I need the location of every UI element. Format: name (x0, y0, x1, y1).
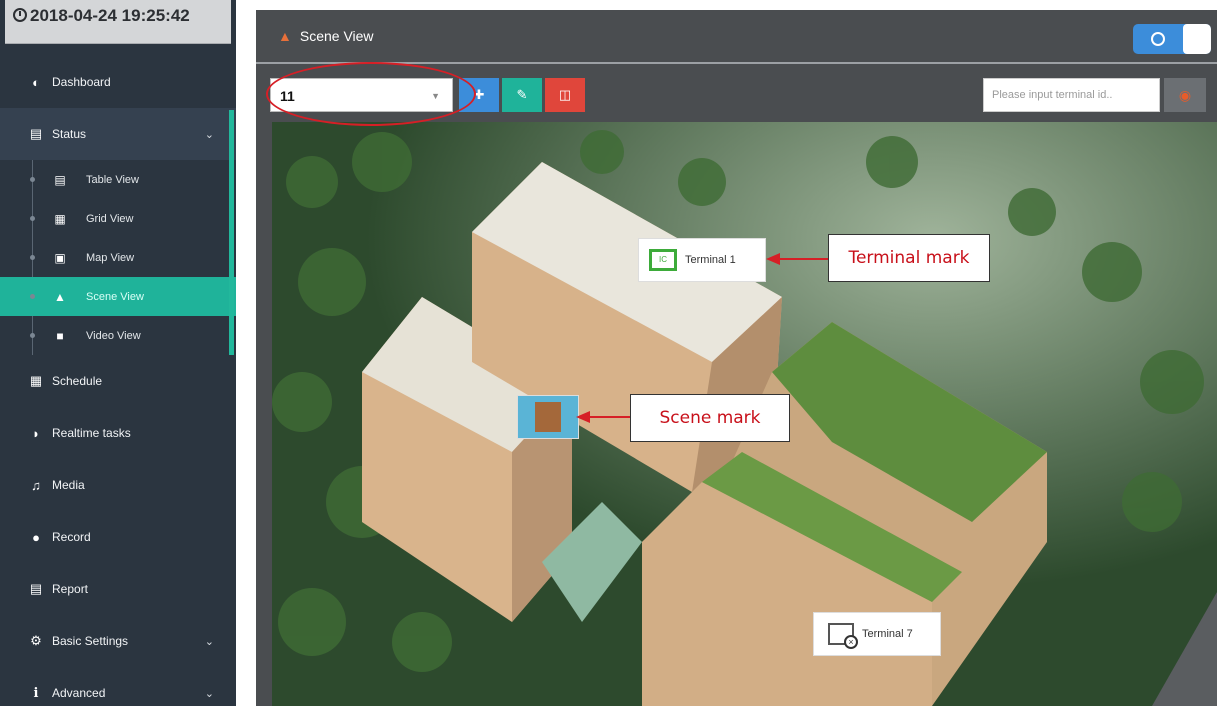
scene-mark-callout: Scene mark (630, 394, 790, 442)
annotation-arrows (576, 253, 828, 423)
terminal-mark-callout: Terminal mark (828, 234, 990, 282)
scene-mark-text: Scene mark (659, 408, 761, 428)
terminal-mark-text: Terminal mark (848, 248, 970, 268)
